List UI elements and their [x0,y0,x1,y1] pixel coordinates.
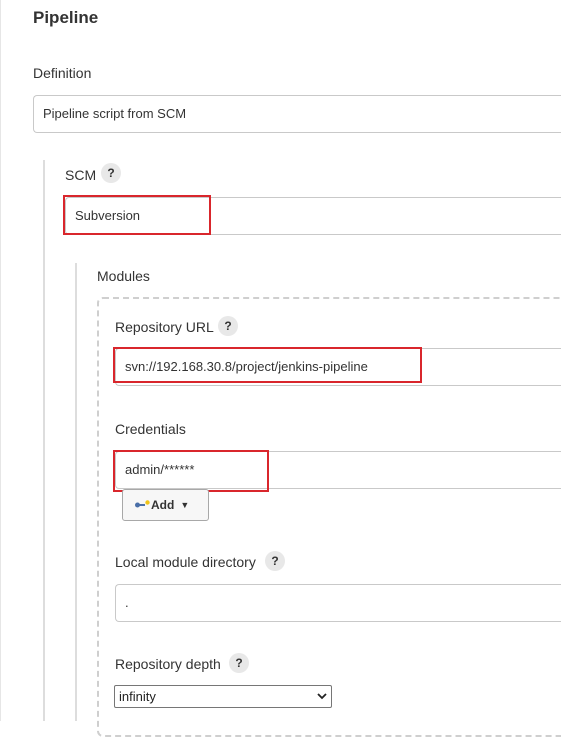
credentials-add-button[interactable]: Add ▼ [122,489,209,521]
repository-depth-value: infinity [119,689,156,704]
local-module-directory-value: . [125,595,129,610]
repository-url-help-icon[interactable]: ? [218,316,238,336]
add-button-label: Add [151,498,175,512]
definition-value: Pipeline script from SCM [43,106,187,121]
scm-help-icon[interactable]: ? [101,163,121,183]
scm-indent-line [43,160,45,721]
caret-down-icon: ▼ [180,500,190,510]
repository-depth-select[interactable]: infinity [114,685,332,708]
repository-depth-help-icon[interactable]: ? [229,653,249,673]
key-add-icon [135,499,151,511]
repository-url-input[interactable]: svn://192.168.30.8/project/jenkins-pipel… [115,348,561,386]
local-module-directory-label: Local module directory [115,554,256,570]
credentials-label: Credentials [115,421,186,437]
modules-label: Modules [97,268,150,284]
definition-select[interactable]: Pipeline script from SCM [33,95,561,133]
scm-label: SCM [65,167,97,183]
definition-label: Definition [33,65,92,81]
credentials-value: admin/****** [125,462,195,477]
chevron-down-icon [317,686,327,715]
scm-select[interactable]: Subversion [65,197,561,235]
local-module-directory-input[interactable]: . [115,584,561,622]
credentials-select[interactable]: admin/****** [115,451,561,489]
repository-depth-label: Repository depth [115,656,221,672]
modules-indent-line [75,263,77,721]
local-module-directory-help-icon[interactable]: ? [265,551,285,571]
section-title-pipeline: Pipeline [33,8,99,27]
scm-value: Subversion [75,208,141,223]
page-left-border [0,0,1,721]
repository-url-label: Repository URL [115,319,214,335]
repository-url-value: svn://192.168.30.8/project/jenkins-pipel… [125,359,368,374]
